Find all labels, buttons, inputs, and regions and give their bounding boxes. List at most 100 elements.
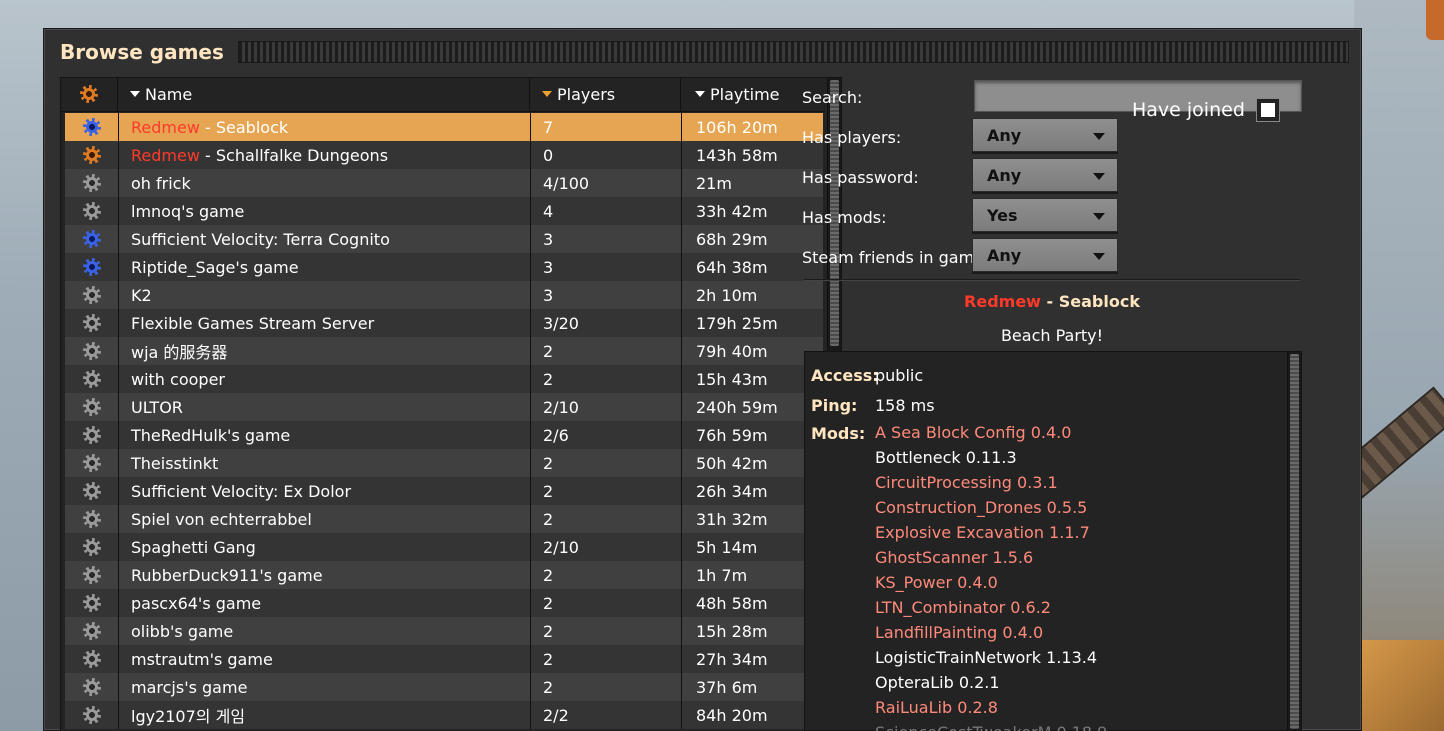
- row-players: 2/2: [530, 701, 681, 729]
- mod-item[interactable]: A Sea Block Config 0.4.0: [875, 420, 1107, 445]
- game-row[interactable]: Redmew - Seablock 7 106h 20m: [65, 113, 823, 141]
- game-row[interactable]: with cooper 2 15h 43m: [65, 365, 823, 393]
- game-row[interactable]: Sufficient Velocity: Ex Dolor 2 26h 34m: [65, 477, 823, 505]
- game-row[interactable]: lmnoq's game 4 33h 42m: [65, 197, 823, 225]
- gear-icon: [82, 314, 101, 332]
- info-scrollbar[interactable]: [1287, 352, 1301, 730]
- row-players: 2: [530, 589, 681, 617]
- game-row[interactable]: K2 3 2h 10m: [65, 281, 823, 309]
- row-name-text: TheRedHulk's game: [131, 425, 291, 445]
- row-name-text: wja 的服务器: [131, 343, 228, 362]
- mod-item[interactable]: LogisticTrainNetwork 1.13.4: [875, 645, 1107, 670]
- game-row[interactable]: olibb's game 2 15h 28m: [65, 617, 823, 645]
- row-name: olibb's game: [118, 617, 530, 645]
- gear-icon: [82, 622, 101, 640]
- row-icon-cell: [65, 622, 118, 640]
- row-host: Redmew: [131, 117, 200, 137]
- row-name-text: olibb's game: [131, 621, 234, 641]
- column-players-label: Players: [557, 84, 616, 104]
- gear-icon: [82, 482, 101, 500]
- row-players: 0: [530, 141, 681, 169]
- gear-icon: [82, 706, 101, 724]
- row-name: ULTOR: [118, 393, 530, 421]
- game-info-panel: Access: public Ping: 158 ms Mods: A Sea …: [804, 351, 1302, 731]
- steam-friends-dropdown[interactable]: Any: [972, 238, 1118, 272]
- info-scrollbar-thumb[interactable]: [1290, 354, 1299, 729]
- detail-host: Redmew: [964, 292, 1041, 311]
- has-password-dropdown[interactable]: Any: [972, 158, 1118, 192]
- game-row[interactable]: RubberDuck911's game 2 1h 7m: [65, 561, 823, 589]
- game-row[interactable]: lgy2107의 게임 2/2 84h 20m: [65, 701, 823, 729]
- mod-item[interactable]: Explosive Excavation 1.1.7: [875, 520, 1107, 545]
- row-name: lgy2107의 게임: [118, 701, 530, 729]
- game-row[interactable]: Sufficient Velocity: Terra Cognito 3 68h 2…: [65, 225, 823, 253]
- row-playtime: 84h 20m: [681, 701, 823, 729]
- gear-icon: [82, 258, 101, 276]
- row-icon-cell: [65, 678, 118, 696]
- row-name-text: Riptide_Sage's game: [131, 257, 299, 277]
- row-name-text: lgy2107의 게임: [131, 707, 246, 726]
- have-joined-checkbox[interactable]: [1255, 98, 1280, 122]
- have-joined-toggle[interactable]: Have joined: [1132, 98, 1280, 122]
- row-name-text: lmnoq's game: [131, 201, 245, 221]
- game-row[interactable]: ULTOR 2/10 240h 59m: [65, 393, 823, 421]
- gear-icon: [82, 426, 101, 444]
- game-row[interactable]: marcjs's game 2 37h 6m: [65, 673, 823, 701]
- detail-title: Redmew - Seablock: [804, 292, 1300, 311]
- column-players[interactable]: Players: [530, 78, 681, 111]
- row-icon-cell: [65, 118, 118, 136]
- gear-icon: [82, 230, 101, 248]
- row-name-text: with cooper: [131, 369, 225, 389]
- column-icon[interactable]: [61, 78, 118, 111]
- game-row[interactable]: pascx64's game 2 48h 58m: [65, 589, 823, 617]
- have-joined-label: Have joined: [1132, 99, 1245, 121]
- row-players: 2: [530, 337, 681, 365]
- has-players-dropdown[interactable]: Any: [972, 118, 1118, 152]
- background-structure: [1354, 640, 1444, 731]
- mod-item[interactable]: OpteraLib 0.2.1: [875, 670, 1107, 695]
- has-players-value: Any: [987, 125, 1022, 145]
- mod-item[interactable]: Construction_Drones 0.5.5: [875, 495, 1107, 520]
- row-players: 2: [530, 645, 681, 673]
- detail-description: Beach Party!: [1000, 326, 1104, 345]
- row-name: Sufficient Velocity: Terra Cognito: [118, 225, 530, 253]
- mod-item[interactable]: GhostScanner 1.5.6: [875, 545, 1107, 570]
- mod-item[interactable]: RaiLuaLib 0.2.8: [875, 695, 1107, 720]
- game-row[interactable]: Redmew - Schallfalke Dungeons 0 143h 58m: [65, 141, 823, 169]
- row-name: with cooper: [118, 365, 530, 393]
- game-row[interactable]: Spaghetti Gang 2/10 5h 14m: [65, 533, 823, 561]
- row-name-text: - Schallfalke Dungeons: [199, 145, 389, 165]
- game-row[interactable]: Flexible Games Stream Server 3/20 179h 25m: [65, 309, 823, 337]
- mod-item[interactable]: CircuitProcessing 0.3.1: [875, 470, 1107, 495]
- row-icon-cell: [65, 538, 118, 556]
- row-players: 2/6: [530, 421, 681, 449]
- game-row[interactable]: TheRedHulk's game 2/6 76h 59m: [65, 421, 823, 449]
- game-row[interactable]: Spiel von echterrabbel 2 31h 32m: [65, 505, 823, 533]
- gear-icon: [80, 85, 98, 103]
- mod-item[interactable]: LandfillPainting 0.4.0: [875, 620, 1107, 645]
- column-name[interactable]: Name: [118, 78, 530, 111]
- mod-item[interactable]: Bottleneck 0.11.3: [875, 445, 1107, 470]
- gear-icon: [82, 510, 101, 528]
- game-row[interactable]: wja 的服务器 2 79h 40m: [65, 337, 823, 365]
- game-row[interactable]: mstrautm's game 2 27h 34m: [65, 645, 823, 673]
- row-name-text: Flexible Games Stream Server: [131, 313, 375, 333]
- mod-item[interactable]: ScienceCostTweakerM 0.18.9: [875, 720, 1107, 731]
- row-playtime: 26h 34m: [681, 477, 823, 505]
- mod-item[interactable]: LTN_Combinator 0.6.2: [875, 595, 1107, 620]
- mod-item[interactable]: KS_Power 0.4.0: [875, 570, 1107, 595]
- game-row[interactable]: Theisstinkt 2 50h 42m: [65, 449, 823, 477]
- game-row[interactable]: Riptide_Sage's game 3 64h 38m: [65, 253, 823, 281]
- row-name-text: Sufficient Velocity: Terra Cognito: [131, 229, 390, 249]
- has-password-label: Has password:: [802, 168, 919, 187]
- has-mods-dropdown[interactable]: Yes: [972, 198, 1118, 232]
- game-row[interactable]: oh frick 4/100 21m: [65, 169, 823, 197]
- chevron-down-icon: [1093, 213, 1105, 220]
- row-name-text: marcjs's game: [131, 677, 248, 697]
- titlebar: Browse games: [44, 29, 1361, 75]
- background-scenery: [1354, 0, 1444, 731]
- row-name: mstrautm's game: [118, 645, 530, 673]
- chevron-down-icon: [1093, 133, 1105, 140]
- row-players: 4: [530, 197, 681, 225]
- drag-handle[interactable]: [237, 41, 1349, 63]
